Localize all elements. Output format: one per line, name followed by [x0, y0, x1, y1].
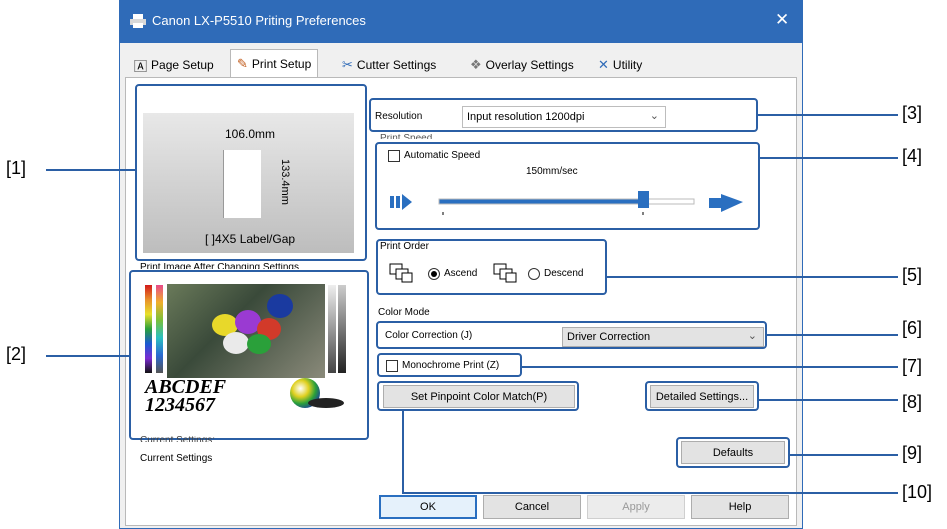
current-settings-heading: Current Settings:: [140, 436, 216, 442]
leader-line-4: [760, 157, 898, 159]
tab-label: Page Setup: [151, 58, 214, 72]
apply-button: Apply: [587, 495, 685, 519]
callout-box-3: [369, 98, 758, 132]
title-bar: Canon LX-P5510 Priting Preferences ✕: [120, 1, 802, 43]
callout-box-8: [645, 381, 759, 411]
color-mode-group-label: Color Mode: [378, 307, 430, 318]
leader-line-3: [758, 114, 898, 116]
tab-strip: 🄰 Page Setup ✎ Print Setup ✂ Cutter Sett…: [120, 47, 802, 78]
leader-line-6: [767, 334, 898, 336]
print-image-title: Print Image After Changing Settings: [140, 263, 299, 269]
tab-label: Print Setup: [251, 57, 312, 71]
callout-box-9: [676, 437, 790, 468]
annotation-5: [5]: [902, 265, 923, 285]
page-setup-icon: 🄰: [134, 58, 148, 74]
current-settings-value: Current Settings: [140, 453, 213, 464]
window-title: Canon LX-P5510 Priting Preferences: [152, 13, 366, 28]
overlay-icon: ❖: [470, 57, 482, 72]
printer-icon: [130, 14, 146, 28]
tab-cutter-settings[interactable]: ✂ Cutter Settings: [342, 53, 436, 77]
callout-box-10: [377, 381, 579, 411]
callout-box-1: [135, 84, 367, 261]
callout-box-2: [129, 270, 369, 440]
annotation-3: [3]: [902, 103, 923, 123]
help-button[interactable]: Help: [691, 495, 789, 519]
annotation-9: [9]: [902, 443, 923, 463]
print-speed-group-label: Print Speed: [380, 134, 432, 139]
callout-box-6: [376, 321, 767, 349]
tools-icon: ✕: [598, 57, 609, 72]
annotation-8: [8]: [902, 392, 923, 412]
tab-label: Overlay Settings: [485, 58, 574, 72]
annotation-6: [6]: [902, 318, 923, 338]
tab-label: Cutter Settings: [356, 58, 437, 72]
leader-line-5: [607, 276, 898, 278]
leader-line-10: [402, 492, 898, 494]
tab-label: Utility: [612, 58, 643, 72]
cancel-button[interactable]: Cancel: [483, 495, 581, 519]
brush-icon: ✎: [237, 56, 248, 71]
annotation-2: [2]: [6, 344, 27, 364]
annotation-4: [4]: [902, 146, 923, 166]
tab-utility[interactable]: ✕ Utility: [598, 53, 642, 77]
tab-overlay-settings[interactable]: ❖ Overlay Settings: [470, 53, 574, 77]
leader-line-8: [759, 399, 898, 401]
close-button[interactable]: ✕: [775, 10, 789, 30]
leader-line-2: [46, 355, 129, 357]
annotation-1: [1]: [6, 158, 27, 178]
annotation-7: [7]: [902, 356, 923, 376]
leader-line-10-vertical: [402, 411, 404, 494]
leader-line-7: [522, 366, 898, 368]
leader-line-9: [790, 454, 898, 456]
callout-box-4: [375, 142, 760, 230]
tab-print-setup[interactable]: ✎ Print Setup: [230, 49, 319, 78]
callout-box-5: [376, 239, 607, 295]
ok-button[interactable]: OK: [379, 495, 477, 519]
callout-box-7: [377, 353, 522, 377]
leader-line-1: [46, 169, 135, 171]
annotation-10: [10]: [902, 482, 933, 502]
tab-page-setup[interactable]: 🄰 Page Setup: [134, 53, 214, 77]
scissors-icon: ✂: [342, 57, 353, 72]
